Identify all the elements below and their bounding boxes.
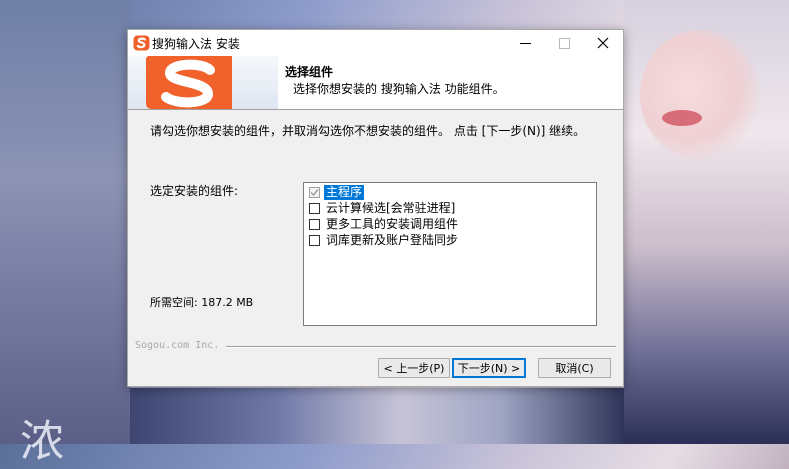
wizard-header: 选择组件 选择你想安装的 搜狗输入法 功能组件。 [128,56,623,110]
checkbox[interactable] [309,234,320,246]
sogou-logo-icon [133,35,150,51]
footer-divider [226,346,616,348]
component-label: 主程序 [324,184,365,200]
component-label: 词库更新及账户登陆同步 [326,232,459,247]
component-label: 更多工具的安装调用组件 [326,216,459,231]
maximize-button[interactable] [544,30,584,56]
component-item-sync[interactable]: 词库更新及账户登陆同步 [309,232,460,248]
window-title: 搜狗输入法 安装 [152,37,240,51]
checkbox[interactable] [309,218,320,230]
wallpaper-text: 浓 [20,416,64,467]
instruction-text: 请勾选你想安装的组件，并取消勾选你不想安装的组件。 点击 [下一步(N)] 继续… [150,124,586,138]
required-space-label: 所需空间: 187.2 MB [150,296,254,309]
wallpaper-detail [662,110,702,126]
header-banner [128,56,278,109]
close-icon [597,37,609,49]
minimize-button[interactable] [505,30,545,56]
desktop-wallpaper-bottom [130,388,624,444]
component-item-main[interactable]: 主程序 [309,184,365,200]
header-title: 选择组件 [285,65,334,79]
component-list[interactable]: 主程序 云计算候选[会常驻进程] 更多工具的安装调用组件 词库更新及账户登陆同步 [303,182,597,326]
next-button[interactable]: 下一步(N) > [452,358,526,378]
sogou-s-logo-icon [142,56,234,109]
checkbox[interactable] [309,202,320,214]
wallpaper-figure [640,30,760,160]
component-item-cloud[interactable]: 云计算候选[会常驻进程] [309,200,457,216]
brand-text: Sogou.com Inc. [135,340,220,351]
components-label: 选定安装的组件: [150,184,239,198]
cancel-button[interactable]: 取消(C) [538,358,611,378]
close-button[interactable] [583,30,623,56]
minimize-icon [519,38,531,49]
title-bar[interactable]: 搜狗输入法 安装 [128,30,623,56]
component-item-tools[interactable]: 更多工具的安装调用组件 [309,216,460,232]
header-subtitle: 选择你想安装的 搜狗输入法 功能组件。 [293,82,505,96]
back-button[interactable]: < 上一步(P) [378,358,450,378]
maximize-icon [558,37,570,49]
installer-dialog: 搜狗输入法 安装 选择组件 选择你想安装的 搜狗输入法 功能组件。 请勾选你想安… [127,29,624,387]
desktop-wallpaper-left [0,0,130,444]
checkbox-checked-disabled [309,186,320,198]
component-label: 云计算候选[会常驻进程] [326,200,456,215]
